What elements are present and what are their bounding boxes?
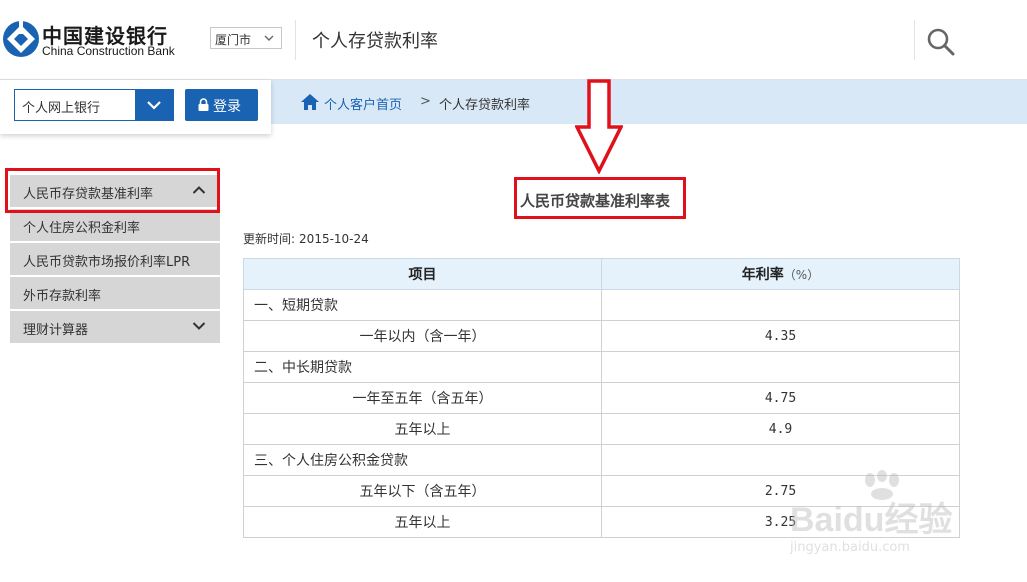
sidebar-item-label: 个人住房公积金利率 [23,221,141,236]
sidebar-item-calculator[interactable]: 理财计算器 [10,311,220,343]
table-row: 一年至五年（含五年） 4.75 [243,382,960,414]
table-row: 二、中长期贷款 [243,351,960,383]
row-item: 一年以内（含一年） [243,320,602,352]
breadcrumb-separator: > [420,94,431,109]
breadcrumb-home-link[interactable]: 个人客户首页 [324,94,402,113]
table-row: 五年以上 4.9 [243,413,960,445]
login-panel: 个人网上银行 登录 [0,80,271,134]
logo-english-text: China Construction Bank [42,44,175,58]
sidebar-item-housing-fund[interactable]: 个人住房公积金利率 [10,209,220,241]
table-title: 人民币贷款基准利率表 [520,192,671,210]
breadcrumb: 个人客户首页 > 个人存贷款利率 [271,80,1027,124]
chevron-down-icon [147,101,161,110]
header-title: 个人存贷款利率 [312,31,438,52]
rate-header-unit: （%） [783,268,820,282]
row-item: 一、短期贷款 [243,289,602,321]
bank-type-value: 个人网上银行 [22,101,101,116]
dropdown-toggle[interactable] [135,90,173,120]
table-header-row: 项目 年利率（%） [243,258,960,290]
sidebar-item-label: 人民币贷款市场报价利率LPR [23,255,191,270]
watermark-url: jingyan.baidu.com [790,540,910,555]
row-rate [601,289,960,321]
home-icon[interactable] [300,93,320,111]
row-item: 一年至五年（含五年） [243,382,602,414]
ccb-logo[interactable]: 中国建设银行 China Construction Bank [0,18,205,60]
row-item: 二、中长期贷款 [243,351,602,383]
update-time: 更新时间: 2015-10-24 [243,230,369,247]
row-item: 五年以上 [243,413,602,445]
row-rate: 4.9 [601,413,960,445]
row-item: 五年以上 [243,506,602,538]
row-rate: 4.35 [601,320,960,352]
rate-header-label: 年利率 [741,267,784,283]
login-button[interactable]: 登录 [185,89,258,121]
row-item: 五年以下（含五年） [243,475,602,507]
table-row: 一年以内（含一年） 4.35 [243,320,960,352]
breadcrumb-current: 个人存贷款利率 [439,98,531,113]
sidebar-item-label: 理财计算器 [23,323,89,338]
row-rate [601,351,960,383]
update-value: 2015-10-24 [299,232,369,246]
column-header-item: 项目 [243,258,602,290]
update-label: 更新时间: [243,232,296,246]
bank-type-select[interactable]: 个人网上银行 [14,89,174,121]
column-header-rate: 年利率（%） [601,258,960,290]
watermark-logo: Baidu经验 [790,501,953,539]
sidebar-item-foreign-currency[interactable]: 外币存款利率 [10,277,220,309]
login-button-label: 登录 [213,99,241,115]
city-select-value: 厦门市 [215,33,252,47]
sidebar-item-lpr[interactable]: 人民币贷款市场报价利率LPR [10,243,220,275]
chevron-down-icon [192,322,206,330]
search-icon[interactable] [926,27,956,57]
lock-icon [198,98,209,111]
city-select[interactable]: 厦门市 [210,27,282,49]
table-row: 一、短期贷款 [243,289,960,321]
row-rate: 4.75 [601,382,960,414]
header-divider [914,20,915,60]
chevron-down-icon [264,35,274,41]
row-item: 三、个人住房公积金贷款 [243,444,602,476]
ccb-emblem-icon [3,20,39,57]
sidebar-item-label: 外币存款利率 [23,289,102,304]
baidu-watermark: Baidu经验 jingyan.baidu.com [790,470,1010,570]
sidebar-highlight-box [5,168,220,213]
header-divider [295,20,296,60]
annotation-arrow [575,79,623,174]
top-header: 中国建设银行 China Construction Bank 厦门市 个人存贷款… [0,0,1027,80]
